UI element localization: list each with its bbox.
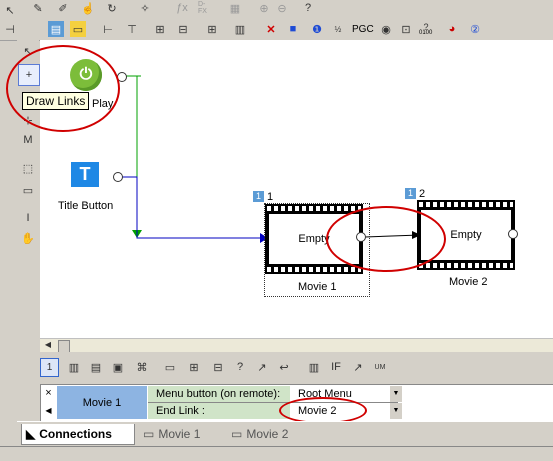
select-area-icon[interactable]: ⬚	[20, 160, 36, 176]
export-btn-icon[interactable]: ↗	[350, 359, 366, 375]
movie2-port[interactable]	[508, 229, 518, 239]
align-center-icon[interactable]: ⊤	[124, 21, 140, 37]
close-icon[interactable]: ×	[42, 386, 55, 400]
chapter-btn-icon[interactable]: ⌘	[134, 359, 150, 375]
menu-btn-icon[interactable]: ▤	[88, 359, 104, 375]
ifo-btn-icon[interactable]: IF	[328, 359, 344, 375]
draw-links-tooltip: Draw Links	[22, 92, 90, 110]
title-button-label: Title Button	[58, 200, 114, 212]
button-toolbar: 1 ▥ ▤ ▣ ⌘ ▭ ⊞ ⊟ ? ↗ ↩ ▥ IF ↗ UM	[40, 352, 553, 382]
delete-link-icon[interactable]: ✕	[263, 21, 279, 37]
main-toolbar: ↖ ✎ ✐ ☝ ↻ ✧ ƒx D-FX ▦ ⊕ ⊖ ? ⊣ ▤ ▭ ⊢ ⊤ ⊞ …	[0, 0, 553, 41]
menu-tool-icon[interactable]: M	[20, 132, 36, 148]
wand-icon[interactable]: ✧	[137, 0, 153, 16]
chapter-icon[interactable]: ❶	[309, 21, 325, 37]
chapters-icon[interactable]: ½	[330, 21, 346, 37]
slideshow-btn-icon[interactable]: ▣	[110, 359, 126, 375]
connections-icon: ◣	[26, 427, 36, 441]
properties-panel: × ◀ Movie 1 Menu button (on remote): Roo…	[40, 384, 553, 424]
play-link-line	[136, 75, 141, 236]
minus-one-btn-icon[interactable]: ⊟	[210, 359, 226, 375]
edit-icon[interactable]: ✐	[55, 0, 71, 16]
button-number-selected[interactable]: 1	[40, 358, 59, 377]
end-link-dropdown-icon[interactable]: ▼	[390, 403, 402, 419]
connect-icon[interactable]: ⊞	[152, 21, 168, 37]
pointer-icon[interactable]: ↖	[2, 2, 18, 18]
pgc-label[interactable]: PGC	[352, 24, 374, 35]
tab-bar: ◣ Connections ▭ Movie 1 ▭ Movie 2	[17, 421, 553, 446]
bottom-toolbar	[0, 446, 553, 461]
timecode-label: 0100	[419, 30, 433, 36]
properties-title: Movie 1	[57, 386, 147, 419]
distribute-icon[interactable]: ⊞	[204, 21, 220, 37]
layout-icon[interactable]: ▭	[70, 21, 86, 37]
hand-tool-icon[interactable]: ✋	[20, 230, 36, 246]
frame-icon[interactable]: ▭	[20, 182, 36, 198]
tab-movie1[interactable]: ▭ Movie 1	[139, 424, 223, 444]
fx-icon[interactable]: ƒx	[174, 0, 190, 16]
plus-one-btn-icon[interactable]: ⊞	[186, 359, 202, 375]
film-btn-icon[interactable]: ▥	[66, 359, 82, 375]
movie1-badge: 1	[253, 191, 264, 202]
hand-icon[interactable]: ☝	[80, 0, 96, 16]
return-btn-icon[interactable]: ↩	[276, 359, 292, 375]
text-tool-icon[interactable]: I	[20, 210, 36, 226]
film2-btn-icon[interactable]: ▥	[306, 359, 322, 375]
movie1-label: Movie 1	[298, 281, 337, 293]
grid-icon[interactable]: ▦	[227, 0, 243, 16]
color-icon[interactable]: ■	[285, 21, 301, 37]
help-icon[interactable]: ?	[300, 0, 316, 16]
film-tab-icon: ▭	[231, 427, 243, 441]
canvas-hscrollbar[interactable]: ◀	[40, 338, 553, 353]
menu-button-label: Menu button (on remote):	[148, 386, 296, 403]
title-link-line	[121, 176, 268, 239]
question-btn-icon[interactable]: ?	[232, 359, 248, 375]
refresh-icon[interactable]: ↻	[104, 0, 120, 16]
settings-icon[interactable]: ②	[467, 21, 483, 37]
photo-icon[interactable]: ⊡	[398, 21, 414, 37]
um-btn-icon[interactable]: UM	[372, 359, 388, 375]
disconnect-icon[interactable]: ⊟	[175, 21, 191, 37]
movie2-label: Movie 2	[449, 276, 488, 288]
dfx-icon[interactable]: D-FX	[198, 0, 214, 16]
movie1-number: 1	[267, 191, 274, 203]
pie-icon[interactable]: ◕	[444, 21, 460, 37]
scroll-left-icon[interactable]: ◀	[42, 338, 54, 350]
menu-button-dropdown-icon[interactable]: ▼	[390, 386, 402, 402]
zoom-in-icon[interactable]: ⊕	[256, 0, 272, 16]
tab-connections[interactable]: ◣ Connections	[21, 424, 135, 445]
title-button-icon[interactable]: T	[71, 162, 99, 187]
movie2-badge: 1	[405, 188, 416, 199]
collapse-icon[interactable]: ◀	[42, 404, 55, 418]
link-out-btn-icon[interactable]: ↗	[254, 359, 270, 375]
film-tab-icon: ▭	[143, 427, 155, 441]
pin-icon[interactable]: ⊣	[2, 21, 18, 37]
table-icon[interactable]: ▤	[48, 21, 64, 37]
zoom-out-icon[interactable]: ⊖	[274, 0, 290, 16]
movie2-number: 2	[419, 188, 426, 200]
highlight-circle-link	[326, 206, 446, 272]
audio-icon[interactable]: ◉	[378, 21, 394, 37]
highlight-circle-endlink	[279, 397, 367, 424]
tab-movie2[interactable]: ▭ Movie 2	[227, 424, 311, 444]
blank-btn-icon[interactable]: ▭	[162, 359, 178, 375]
link-tool-icon[interactable]: ✎	[30, 0, 46, 16]
end-link-label: End Link :	[148, 403, 296, 419]
title-button-port[interactable]	[113, 172, 123, 182]
highlight-circle-tool	[6, 45, 120, 132]
film-icon[interactable]: ▥	[232, 21, 248, 37]
align-left-icon[interactable]: ⊢	[100, 21, 116, 37]
